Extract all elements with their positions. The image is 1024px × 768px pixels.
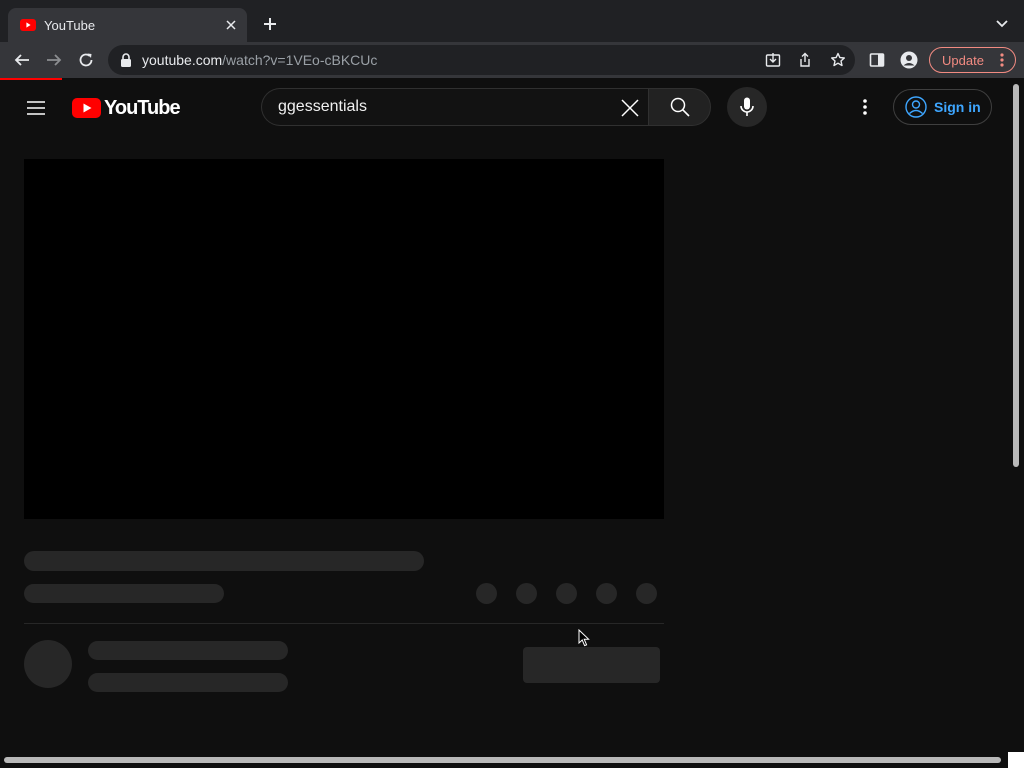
skeleton-channel-avatar bbox=[24, 640, 72, 688]
url-path: /watch?v=1VEo-cBKCUc bbox=[222, 52, 378, 68]
install-app-icon[interactable] bbox=[763, 50, 783, 70]
skeleton-action-button bbox=[516, 583, 537, 604]
update-button[interactable]: Update bbox=[929, 47, 1016, 73]
plus-icon bbox=[264, 18, 276, 30]
arrow-left-icon bbox=[14, 54, 29, 66]
side-panel-icon[interactable] bbox=[866, 49, 888, 71]
search-icon bbox=[670, 97, 690, 117]
horizontal-scrollbar-thumb[interactable] bbox=[4, 757, 1001, 763]
skeleton-video-meta bbox=[24, 584, 224, 603]
back-button[interactable] bbox=[10, 48, 34, 72]
skeleton-channel-name bbox=[88, 641, 288, 660]
browser-tab[interactable]: YouTube bbox=[8, 8, 247, 42]
chevron-down-icon bbox=[996, 20, 1008, 28]
reload-icon bbox=[79, 53, 93, 67]
browser-tab-strip: YouTube bbox=[0, 0, 1024, 42]
search-box bbox=[261, 88, 648, 126]
share-icon[interactable] bbox=[795, 50, 815, 70]
arrow-right-icon bbox=[47, 54, 62, 66]
address-bar[interactable]: youtube.com/watch?v=1VEo-cBKCUc bbox=[108, 45, 855, 75]
account-circle-icon bbox=[904, 95, 928, 119]
search-button[interactable] bbox=[648, 88, 711, 126]
mouse-cursor-icon bbox=[578, 629, 590, 647]
skeleton-action-button bbox=[556, 583, 577, 604]
skeleton-subscribe-button bbox=[523, 647, 660, 683]
skeleton-action-button bbox=[636, 583, 657, 604]
bookmark-star-icon[interactable] bbox=[828, 50, 848, 70]
youtube-favicon-icon bbox=[20, 17, 36, 33]
kebab-menu-icon[interactable] bbox=[995, 53, 1009, 67]
url-text[interactable]: youtube.com/watch?v=1VEo-cBKCUc bbox=[142, 52, 377, 68]
url-host: youtube.com bbox=[142, 52, 223, 68]
new-tab-button[interactable] bbox=[259, 13, 281, 35]
skeleton-action-button bbox=[476, 583, 497, 604]
profile-icon[interactable] bbox=[898, 49, 920, 71]
browser-toolbar: youtube.com/watch?v=1VEo-cBKCUc Update bbox=[0, 42, 1024, 78]
lock-icon bbox=[121, 53, 131, 67]
tab-title: YouTube bbox=[44, 17, 96, 33]
skeleton-action-button bbox=[596, 583, 617, 604]
skeleton-video-title bbox=[24, 551, 424, 571]
forward-button[interactable] bbox=[42, 48, 66, 72]
skeleton-channel-subscribers bbox=[88, 673, 288, 692]
divider bbox=[24, 623, 664, 624]
youtube-masthead: YouTube Sign in bbox=[0, 80, 1008, 136]
clear-search-icon[interactable] bbox=[619, 97, 641, 119]
update-label: Update bbox=[942, 52, 984, 68]
settings-more-icon[interactable] bbox=[853, 95, 877, 119]
video-player[interactable] bbox=[24, 159, 664, 519]
sign-in-button[interactable]: Sign in bbox=[893, 89, 992, 125]
youtube-logo[interactable]: YouTube bbox=[72, 96, 181, 120]
scrollbar-corner bbox=[1008, 752, 1024, 768]
hamburger-menu-icon[interactable] bbox=[24, 96, 48, 120]
close-tab-icon[interactable] bbox=[223, 17, 239, 33]
reload-button[interactable] bbox=[74, 48, 98, 72]
vertical-scrollbar-thumb[interactable] bbox=[1013, 84, 1019, 467]
search-input[interactable] bbox=[278, 97, 608, 117]
tab-search-button[interactable] bbox=[992, 14, 1012, 34]
youtube-play-icon bbox=[72, 98, 101, 118]
voice-search-button[interactable] bbox=[727, 87, 767, 127]
microphone-icon bbox=[740, 97, 754, 116]
logo-text: YouTube bbox=[104, 96, 181, 119]
sign-in-label: Sign in bbox=[934, 99, 981, 115]
